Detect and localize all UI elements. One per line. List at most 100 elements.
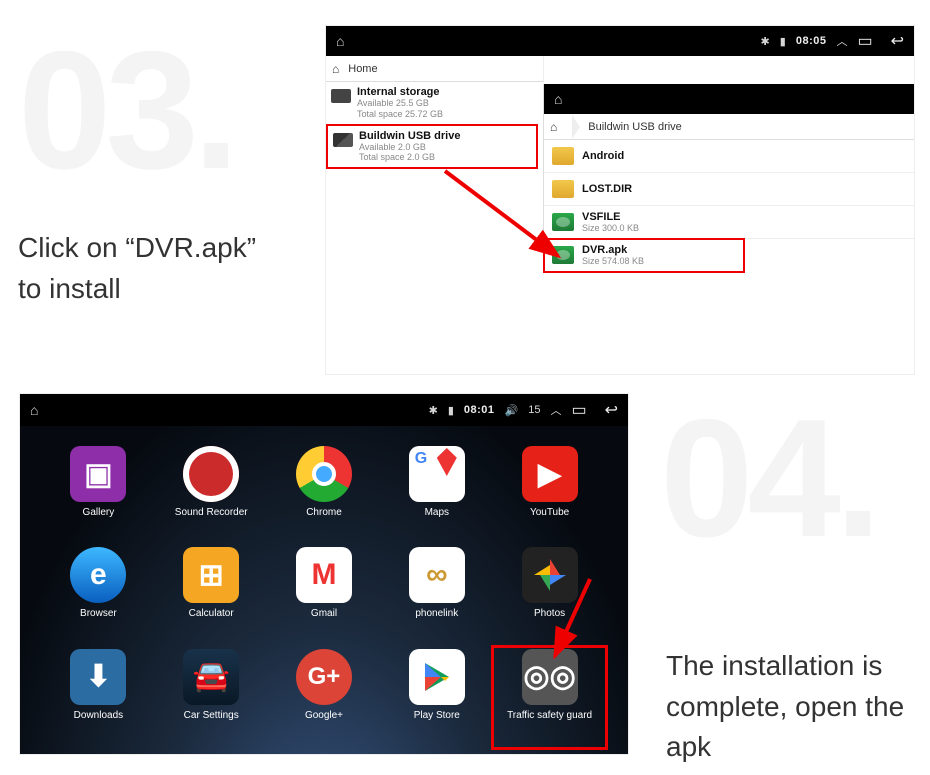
home-outline-icon: ⌂ [554, 91, 562, 107]
back-icon[interactable]: ↩ [891, 31, 904, 51]
battery-icon: ▮ [780, 35, 786, 48]
recorder-icon [183, 446, 239, 502]
screenshot-usb-contents: ⌂ ⌂ Buildwin USB drive Android LOST.DIR … [544, 84, 914, 272]
status-time: 08:05 [796, 35, 827, 47]
app-label: Gallery [83, 507, 115, 518]
app-label: Gmail [311, 608, 337, 619]
app-chrome[interactable]: Chrome [270, 446, 379, 543]
home-outline-icon: ⌂ [30, 402, 38, 418]
app-label: Traffic safety guard [507, 710, 592, 721]
folder-icon [552, 180, 574, 198]
instruction-04: The installation is complete, open the a… [666, 646, 926, 768]
storage-total: Total space 25.72 GB [357, 109, 532, 120]
app-label: Google+ [305, 710, 343, 721]
volume-icon: 🔊 [505, 404, 519, 417]
storage-icon [331, 89, 351, 103]
apk-icon [552, 213, 574, 231]
app-car-settings[interactable]: 🚘 Car Settings [157, 649, 266, 746]
app-label: Chrome [306, 507, 342, 518]
breadcrumb-home[interactable]: Home [342, 63, 383, 75]
app-phonelink[interactable]: ∞ phonelink [382, 547, 491, 644]
playstore-icon [409, 649, 465, 705]
file-name: VSFILE [582, 211, 639, 223]
browser-icon: e [70, 547, 126, 603]
app-downloads[interactable]: ⬇ Downloads [44, 649, 153, 746]
step-number-04: 04. [660, 394, 876, 562]
screenshot-file-browser: ⌂ ✱ ▮ 08:05 ︿ ▭ ↩ ⌂ Home Internal storag… [326, 26, 914, 374]
file-name: DVR.apk [582, 244, 644, 256]
storage-name: Internal storage [357, 86, 532, 98]
storage-available: Available 2.0 GB [359, 142, 530, 153]
recents-icon[interactable]: ▭ [857, 31, 872, 51]
app-photos[interactable]: Photos [495, 547, 604, 644]
android-status-bar: ⌂ [544, 84, 914, 114]
app-gmail[interactable]: M Gmail [270, 547, 379, 644]
app-maps[interactable]: Maps [382, 446, 491, 543]
app-label: Maps [425, 507, 449, 518]
file-vsfile[interactable]: VSFILE Size 300.0 KB [544, 206, 914, 239]
chrome-icon [296, 446, 352, 502]
apk-icon [552, 246, 574, 264]
phonelink-icon: ∞ [409, 547, 465, 603]
home-icon: ⌂ [332, 62, 339, 76]
app-calculator[interactable]: ⊞ Calculator [157, 547, 266, 644]
app-play-store[interactable]: Play Store [382, 649, 491, 746]
instruction-03: Click on “DVR.apk” to install [18, 228, 318, 309]
recents-icon[interactable]: ▭ [571, 400, 586, 420]
downloads-icon: ⬇ [70, 649, 126, 705]
storage-internal[interactable]: Internal storage Available 25.5 GB Total… [326, 82, 538, 125]
app-label: Photos [534, 608, 565, 619]
file-size: Size 300.0 KB [582, 223, 639, 233]
sdcard-icon [333, 133, 353, 147]
storage-name: Buildwin USB drive [359, 130, 530, 142]
app-label: phonelink [415, 608, 458, 619]
app-youtube[interactable]: ▶ YouTube [495, 446, 604, 543]
app-label: Downloads [74, 710, 123, 721]
file-dvr-apk[interactable]: DVR.apk Size 574.08 KB [544, 239, 744, 272]
app-label: Car Settings [184, 710, 239, 721]
chevron-up-icon: ︿ [550, 402, 561, 418]
app-label: Browser [80, 608, 117, 619]
app-label: Calculator [189, 608, 234, 619]
file-size: Size 574.08 KB [582, 256, 644, 266]
folder-lostdir[interactable]: LOST.DIR [544, 173, 914, 206]
app-traffic-safety-guard[interactable]: ◎◎ Traffic safety guard [495, 649, 604, 746]
home-icon[interactable]: ⌂ [550, 120, 557, 134]
maps-icon [409, 446, 465, 502]
car-icon: 🚘 [183, 649, 239, 705]
bluetooth-icon: ✱ [761, 35, 770, 48]
file-name: Android [582, 150, 624, 162]
status-time: 08:01 [464, 404, 495, 416]
folder-android[interactable]: Android [544, 140, 914, 173]
storage-total: Total space 2.0 GB [359, 152, 530, 163]
gmail-icon: M [296, 547, 352, 603]
storage-usb-drive[interactable]: Buildwin USB drive Available 2.0 GB Tota… [326, 124, 538, 170]
back-icon[interactable]: ↩ [605, 400, 618, 420]
youtube-icon: ▶ [522, 446, 578, 502]
dvr-icon: ◎◎ [522, 649, 578, 705]
breadcrumb-usb[interactable]: Buildwin USB drive [582, 121, 688, 133]
app-browser[interactable]: e Browser [44, 547, 153, 644]
app-grid: ▣ Gallery Sound Recorder Chrome Maps ▶ You… [20, 426, 628, 754]
app-sound-recorder[interactable]: Sound Recorder [157, 446, 266, 543]
app-label: Sound Recorder [175, 507, 248, 518]
android-status-bar: ⌂ ✱ ▮ 08:05 ︿ ▭ ↩ [326, 26, 914, 56]
app-gallery[interactable]: ▣ Gallery [44, 446, 153, 543]
status-extra: 15 [528, 404, 540, 416]
app-label: YouTube [530, 507, 569, 518]
gplus-icon: G+ [296, 649, 352, 705]
folder-icon [552, 147, 574, 165]
home-outline-icon: ⌂ [336, 33, 344, 49]
android-status-bar: ⌂ ✱ ▮ 08:01 🔊 15 ︿ ▭ ↩ [20, 394, 628, 426]
chevron-up-icon: ︿ [836, 33, 847, 49]
app-label: Play Store [414, 710, 460, 721]
battery-icon: ▮ [448, 404, 454, 417]
calculator-icon: ⊞ [183, 547, 239, 603]
bluetooth-icon: ✱ [429, 404, 438, 417]
screenshot-android-launcher: ⌂ ✱ ▮ 08:01 🔊 15 ︿ ▭ ↩ ▣ Gallery Sound Re… [20, 394, 628, 754]
gallery-icon: ▣ [70, 446, 126, 502]
storage-available: Available 25.5 GB [357, 98, 532, 109]
app-google-plus[interactable]: G+ Google+ [270, 649, 379, 746]
photos-icon [522, 547, 578, 603]
file-name: LOST.DIR [582, 183, 632, 195]
